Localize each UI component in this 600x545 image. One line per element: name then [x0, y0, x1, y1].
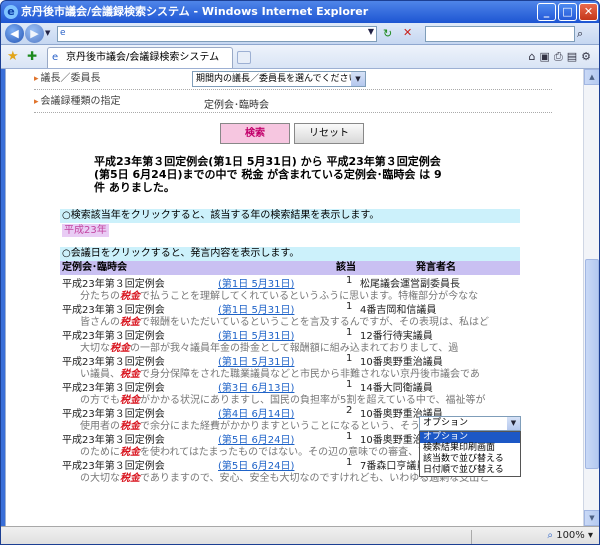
speaker-role-label: 議長／委員長 — [40, 73, 101, 84]
vertical-scrollbar[interactable]: ▲ ▼ — [583, 69, 599, 526]
meeting-kind-value: 定例会･臨時会 — [204, 100, 269, 111]
result-snippet: 大切な税金の一部が我々議員年金の掛金として報酬額に組み込まれておりまして、過 — [80, 339, 520, 354]
header-meeting: 定例会･臨時会 — [62, 262, 127, 273]
snippet-before: の大切な — [80, 473, 120, 484]
feeds-icon[interactable]: ▣ — [540, 50, 554, 63]
refresh-icon[interactable]: ↻ — [383, 27, 392, 40]
status-bar: ⌕ 100% ▾ — [1, 526, 599, 544]
address-bar[interactable]: e ▼ — [57, 26, 377, 42]
search-input[interactable] — [425, 26, 575, 42]
options-list: オプション 検索結果印刷画面 該当数で並び替える 日付順で並び替える — [419, 431, 521, 477]
favorites-bar: ★ ✚ e 京丹後市議会/会議録検索システム ⌂▣⎙▤⚙ — [1, 45, 599, 69]
summary-line: (第5日 6月24日)までの中で 税金 が含まれている定例会･臨時会 は 9 — [94, 168, 442, 181]
page-icon: e — [60, 28, 66, 38]
reset-button[interactable]: リセット — [294, 123, 364, 144]
tab-page-icon: e — [52, 52, 59, 63]
summary-line: 件 ありました。 — [94, 181, 175, 194]
back-icon[interactable]: ◀ — [5, 24, 24, 43]
page-menu-icon[interactable]: ▤ — [567, 50, 581, 63]
history-dropdown-icon[interactable]: ▼ — [45, 29, 50, 37]
tab-title: 京丹後市議会/会議録検索システム — [66, 52, 220, 63]
date-hint: ○会議日をクリックすると、発言内容を表示します。 — [60, 247, 520, 261]
result-snippet: の方でも税金がかかる状況にありますし、国民の負担率が5割を超えている中で、福祉等… — [80, 391, 520, 406]
close-icon[interactable]: ✕ — [579, 3, 598, 21]
result-row: 平成23年第３回定例会 (第1日 5月31日) 1 松尾議会運営副委員長 分たちの税金で… — [60, 275, 530, 302]
result-hits: 2 — [346, 405, 353, 416]
zoom-icon: ⌕ — [547, 530, 554, 541]
result-hits: 1 — [346, 457, 353, 468]
result-snippet: 分たちの税金で払うことを理解してくれているというふうに思います。特権部分が今なな — [80, 287, 520, 302]
speaker-role-row: ▸ 議長／委員長 — [34, 71, 101, 87]
search-button[interactable]: 検索 — [220, 123, 290, 144]
result-row: 平成23年第３回定例会 (第1日 5月31日) 1 10番奥野重治議員 い議員、税金で身… — [60, 353, 530, 380]
meeting-kind-row: ▸ 会議録種類の指定 — [34, 94, 121, 110]
result-row: 平成23年第３回定例会 (第1日 5月31日) 1 4番吉岡和信議員 皆さんの税金で報酬… — [60, 301, 530, 328]
options-item[interactable]: オプション — [420, 432, 520, 443]
chevron-down-icon[interactable]: ▼ — [507, 417, 520, 430]
zoom-control[interactable]: ⌕ 100% ▾ — [547, 530, 593, 541]
command-bar: ⌂▣⎙▤⚙ — [529, 50, 595, 64]
browser-window: e 京丹後市議会/会議録検索システム - Windows Internet Ex… — [0, 0, 600, 545]
result-hits: 1 — [346, 275, 353, 286]
options-item[interactable]: 日付順で並び替える — [420, 465, 520, 476]
chevron-down-icon[interactable]: ▼ — [351, 72, 365, 86]
tools-gear-icon[interactable]: ⚙ — [581, 50, 595, 63]
navigation-bar: ◀ ▶ ▼ e ▼ ↻ ✕ ⌕ — [1, 23, 599, 45]
result-hits: 1 — [346, 379, 353, 390]
zoom-level: 100% — [556, 530, 585, 541]
snippet-keyword: 税金 — [120, 473, 140, 484]
search-icon[interactable]: ⌕ — [577, 27, 583, 41]
bullet-icon: ▸ — [34, 74, 39, 84]
stop-icon[interactable]: ✕ — [403, 26, 412, 39]
results-table-header: 定例会･臨時会 該当 発言者名 — [60, 261, 520, 275]
result-hits: 1 — [346, 327, 353, 338]
print-icon[interactable]: ⎙ — [554, 50, 567, 63]
year-hint: ○検索該当年をクリックすると、該当する年の検索結果を表示します。 — [60, 209, 520, 223]
minimize-icon[interactable]: _ — [537, 3, 556, 21]
window-controls: _ □ ✕ — [537, 3, 598, 21]
options-select[interactable]: オプション ▼ — [419, 416, 521, 431]
result-snippet: い議員、税金で身分保障をされた職業議員などと市民から非難されない京丹後市議会であ — [80, 365, 520, 380]
forward-icon[interactable]: ▶ — [25, 24, 44, 43]
new-tab-button[interactable] — [237, 51, 251, 64]
result-hits: 1 — [346, 431, 353, 442]
address-dropdown-icon[interactable]: ▼ — [368, 27, 374, 36]
options-selected: オプション — [423, 418, 469, 428]
status-zone — [471, 530, 551, 544]
window-title: 京丹後市議会/会議録検索システム - Windows Internet Expl… — [21, 5, 369, 18]
result-hits: 1 — [346, 353, 353, 364]
year-link[interactable]: 平成23年 — [62, 224, 109, 237]
options-item[interactable]: 該当数で並び替える — [420, 454, 520, 465]
ie-logo-icon: e — [4, 5, 18, 19]
meeting-kind-label: 会議録種類の指定 — [40, 96, 121, 107]
tab-active[interactable]: e 京丹後市議会/会議録検索システム — [47, 47, 233, 68]
result-summary: 平成23年第３回定例会(第1日 5月31日) から 平成23年第３回定例会 (第… — [94, 155, 494, 194]
header-hits: 該当 — [336, 262, 356, 273]
divider — [34, 89, 552, 90]
result-row: 平成23年第３回定例会 (第1日 5月31日) 1 12番行待実議員 大切な税金の一部が… — [60, 327, 530, 354]
add-favorites-icon[interactable]: ✚ — [27, 49, 37, 63]
home-icon[interactable]: ⌂ — [529, 50, 540, 63]
speaker-role-select[interactable]: 期間内の議長／委員長を選んでください ▼ — [192, 71, 366, 87]
result-row: 平成23年第３回定例会 (第3日 6月13日) 1 14番大同衛議員 の方でも税金がかか… — [60, 379, 530, 406]
header-speaker: 発言者名 — [416, 262, 456, 273]
scroll-down-icon[interactable]: ▼ — [584, 510, 599, 526]
divider — [34, 112, 552, 113]
result-hits: 1 — [346, 301, 353, 312]
favorites-star-icon[interactable]: ★ — [7, 49, 19, 64]
scroll-thumb[interactable] — [585, 259, 599, 469]
bullet-icon: ▸ — [34, 97, 39, 107]
scroll-up-icon[interactable]: ▲ — [584, 69, 599, 85]
title-bar: e 京丹後市議会/会議録検索システム - Windows Internet Ex… — [1, 1, 599, 23]
result-snippet: 皆さんの税金で報酬をいただいているということを言及するんですが、その表現は、私は… — [80, 313, 520, 328]
speaker-role-value: 期間内の議長／委員長を選んでください — [196, 74, 358, 84]
options-item[interactable]: 検索結果印刷画面 — [420, 443, 520, 454]
summary-line: 平成23年第３回定例会(第1日 5月31日) から 平成23年第３回定例会 — [94, 155, 441, 168]
maximize-icon[interactable]: □ — [558, 3, 577, 21]
